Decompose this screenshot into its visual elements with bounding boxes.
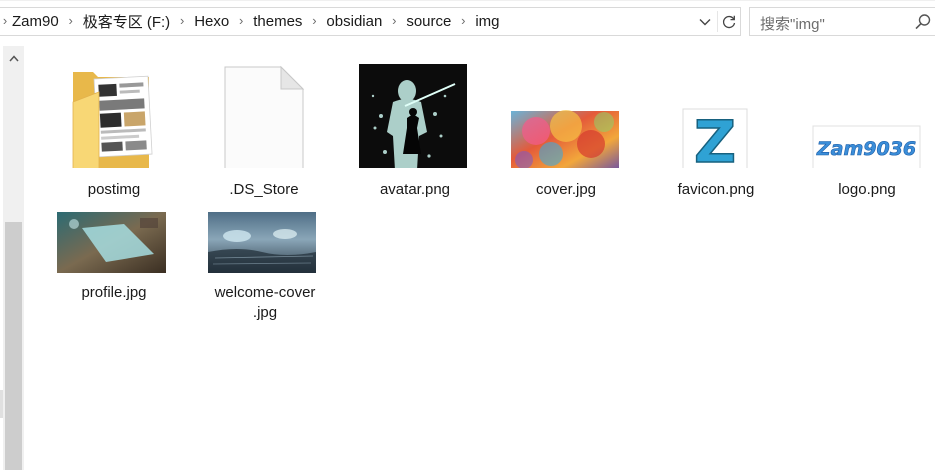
file-name: logo.png: [838, 181, 896, 198]
chevron-up-icon: [8, 54, 19, 61]
favicon-thumbnail: Z: [682, 107, 748, 168]
welcome-cover-thumbnail: [208, 212, 316, 273]
breadcrumb-item-drive[interactable]: 极客专区 (F:): [81, 11, 173, 32]
breadcrumb-item-user[interactable]: Zam90: [10, 13, 61, 30]
file-name-line-2: .jpg: [252, 304, 278, 321]
file-item-profile[interactable]: profile.jpg: [44, 206, 184, 306]
svg-text:Z: Z: [694, 108, 736, 168]
chevron-right-icon[interactable]: ›: [231, 13, 251, 28]
file-name: cover.jpg: [535, 181, 597, 198]
address-bar[interactable]: › Zam90 › 极客专区 (F:) › Hexo › themes › ob…: [0, 7, 741, 36]
folder-icon: [72, 72, 153, 168]
chevron-right-icon[interactable]: ›: [453, 13, 473, 28]
chevron-right-icon[interactable]: ›: [61, 13, 81, 28]
file-name: .DS_Store: [229, 181, 299, 198]
file-name: welcome-cover .jpg: [195, 283, 335, 323]
file-item-postimg[interactable]: postimg: [44, 56, 184, 206]
address-history-button[interactable]: [694, 8, 716, 35]
file-name: profile.jpg: [81, 284, 147, 301]
search-icon[interactable]: [914, 13, 932, 31]
breadcrumb: › Zam90 › 极客专区 (F:) › Hexo › themes › ob…: [0, 8, 502, 35]
file-name-line-1: welcome-cover: [214, 284, 316, 301]
breadcrumb-item-obsidian[interactable]: obsidian: [324, 13, 384, 30]
chevron-down-icon: [699, 18, 711, 25]
chevron-right-icon[interactable]: ›: [0, 13, 10, 28]
breadcrumb-item-img[interactable]: img: [473, 13, 501, 30]
search-input[interactable]: 搜索"img": [760, 13, 825, 34]
scrollbar-thumb[interactable]: [5, 222, 22, 470]
file-name: favicon.png: [677, 181, 755, 198]
scroll-up-button[interactable]: [3, 46, 24, 70]
navigation-bar: › Zam90 › 极客专区 (F:) › Hexo › themes › ob…: [0, 0, 935, 46]
chevron-right-icon[interactable]: ›: [304, 13, 324, 28]
topbar-divider: [0, 0, 935, 1]
file-name: postimg: [87, 181, 141, 198]
chevron-right-icon[interactable]: ›: [384, 13, 404, 28]
file-item-ds-store[interactable]: .DS_Store: [194, 56, 334, 206]
file-item-welcome-cover[interactable]: welcome-cover .jpg: [195, 206, 335, 326]
breadcrumb-item-hexo[interactable]: Hexo: [192, 13, 231, 30]
cover-thumbnail: [511, 110, 619, 168]
file-item-logo[interactable]: Zam9036 logo.png: [797, 56, 935, 206]
refresh-button[interactable]: [718, 8, 740, 35]
file-explorer-window: › Zam90 › 极客专区 (F:) › Hexo › themes › ob…: [0, 0, 935, 470]
breadcrumb-item-source[interactable]: source: [404, 13, 453, 30]
file-item-avatar[interactable]: avatar.png: [345, 56, 485, 206]
profile-thumbnail: [57, 212, 166, 273]
search-box[interactable]: 搜索"img": [749, 7, 935, 36]
logo-thumbnail: Zam9036: [812, 125, 921, 168]
refresh-icon: [723, 15, 736, 28]
breadcrumb-item-themes[interactable]: themes: [251, 13, 304, 30]
file-item-favicon[interactable]: Z favicon.png: [646, 56, 786, 206]
file-item-cover[interactable]: cover.jpg: [496, 56, 636, 206]
file-grid: postimg .DS_Store avatar.png cover.jpg Z…: [25, 46, 935, 470]
chevron-right-icon[interactable]: ›: [172, 13, 192, 28]
svg-text:Zam9036: Zam9036: [816, 138, 916, 160]
file-name: avatar.png: [379, 181, 451, 198]
vertical-scrollbar[interactable]: [3, 46, 24, 470]
blank-file-icon: [224, 65, 305, 168]
avatar-thumbnail: [359, 64, 467, 168]
